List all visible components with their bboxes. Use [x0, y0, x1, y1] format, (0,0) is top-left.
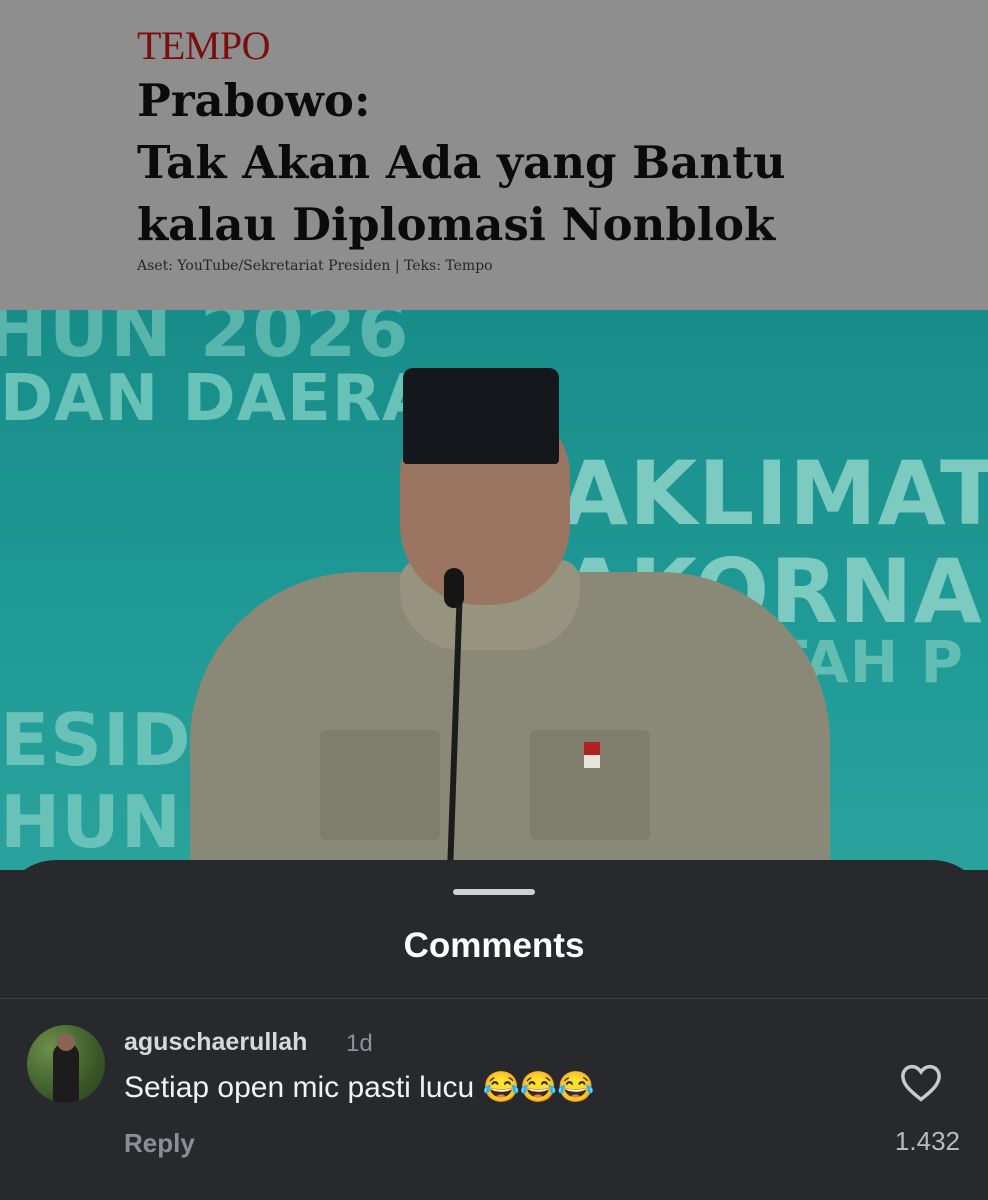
comment-text: Setiap open mic pasti lucu 😂😂😂 [124, 1071, 595, 1104]
comment-username[interactable]: aguschaerullah [124, 1028, 307, 1057]
headline-line: Tak Akan Ada yang Bantu [137, 136, 786, 189]
avatar-person [53, 1043, 79, 1103]
comment-time: 1d [346, 1030, 373, 1057]
comments-sheet: Comments aguschaerullah 1d Setiap open m… [0, 860, 988, 1200]
backdrop-text: HUN [0, 780, 182, 864]
article-header: TEMPO Prabowo: Tak Akan Ada yang Bantu k… [0, 0, 988, 310]
sheet-title: Comments [403, 926, 585, 965]
avatar-head [57, 1033, 75, 1051]
headline: Prabowo: Tak Akan Ada yang Bantu kalau D… [137, 70, 897, 256]
sheet-grabber[interactable] [453, 889, 535, 895]
video-frame[interactable]: HUN 2026 DAN DAERA AKLIMAT AKORNAS RINTA… [0, 310, 988, 870]
speaker-cap [403, 368, 559, 464]
speaker-pocket [320, 730, 440, 840]
image-credit: Aset: YouTube/Sekretariat Presiden | Tek… [137, 258, 493, 274]
heart-icon[interactable] [900, 1064, 942, 1102]
divider [0, 998, 988, 999]
reply-button[interactable]: Reply [124, 1128, 195, 1159]
headline-line: kalau Diplomasi Nonblok [137, 198, 776, 251]
backdrop-text: DAN DAERA [0, 362, 433, 436]
headline-line: Prabowo: [137, 74, 371, 127]
backdrop-text: AKLIMAT [560, 442, 988, 545]
avatar[interactable] [27, 1025, 105, 1103]
tempo-logo: TEMPO [137, 23, 271, 68]
flag-pin [584, 742, 600, 768]
microphone-icon [444, 568, 464, 608]
like-count: 1.432 [894, 1126, 960, 1156]
